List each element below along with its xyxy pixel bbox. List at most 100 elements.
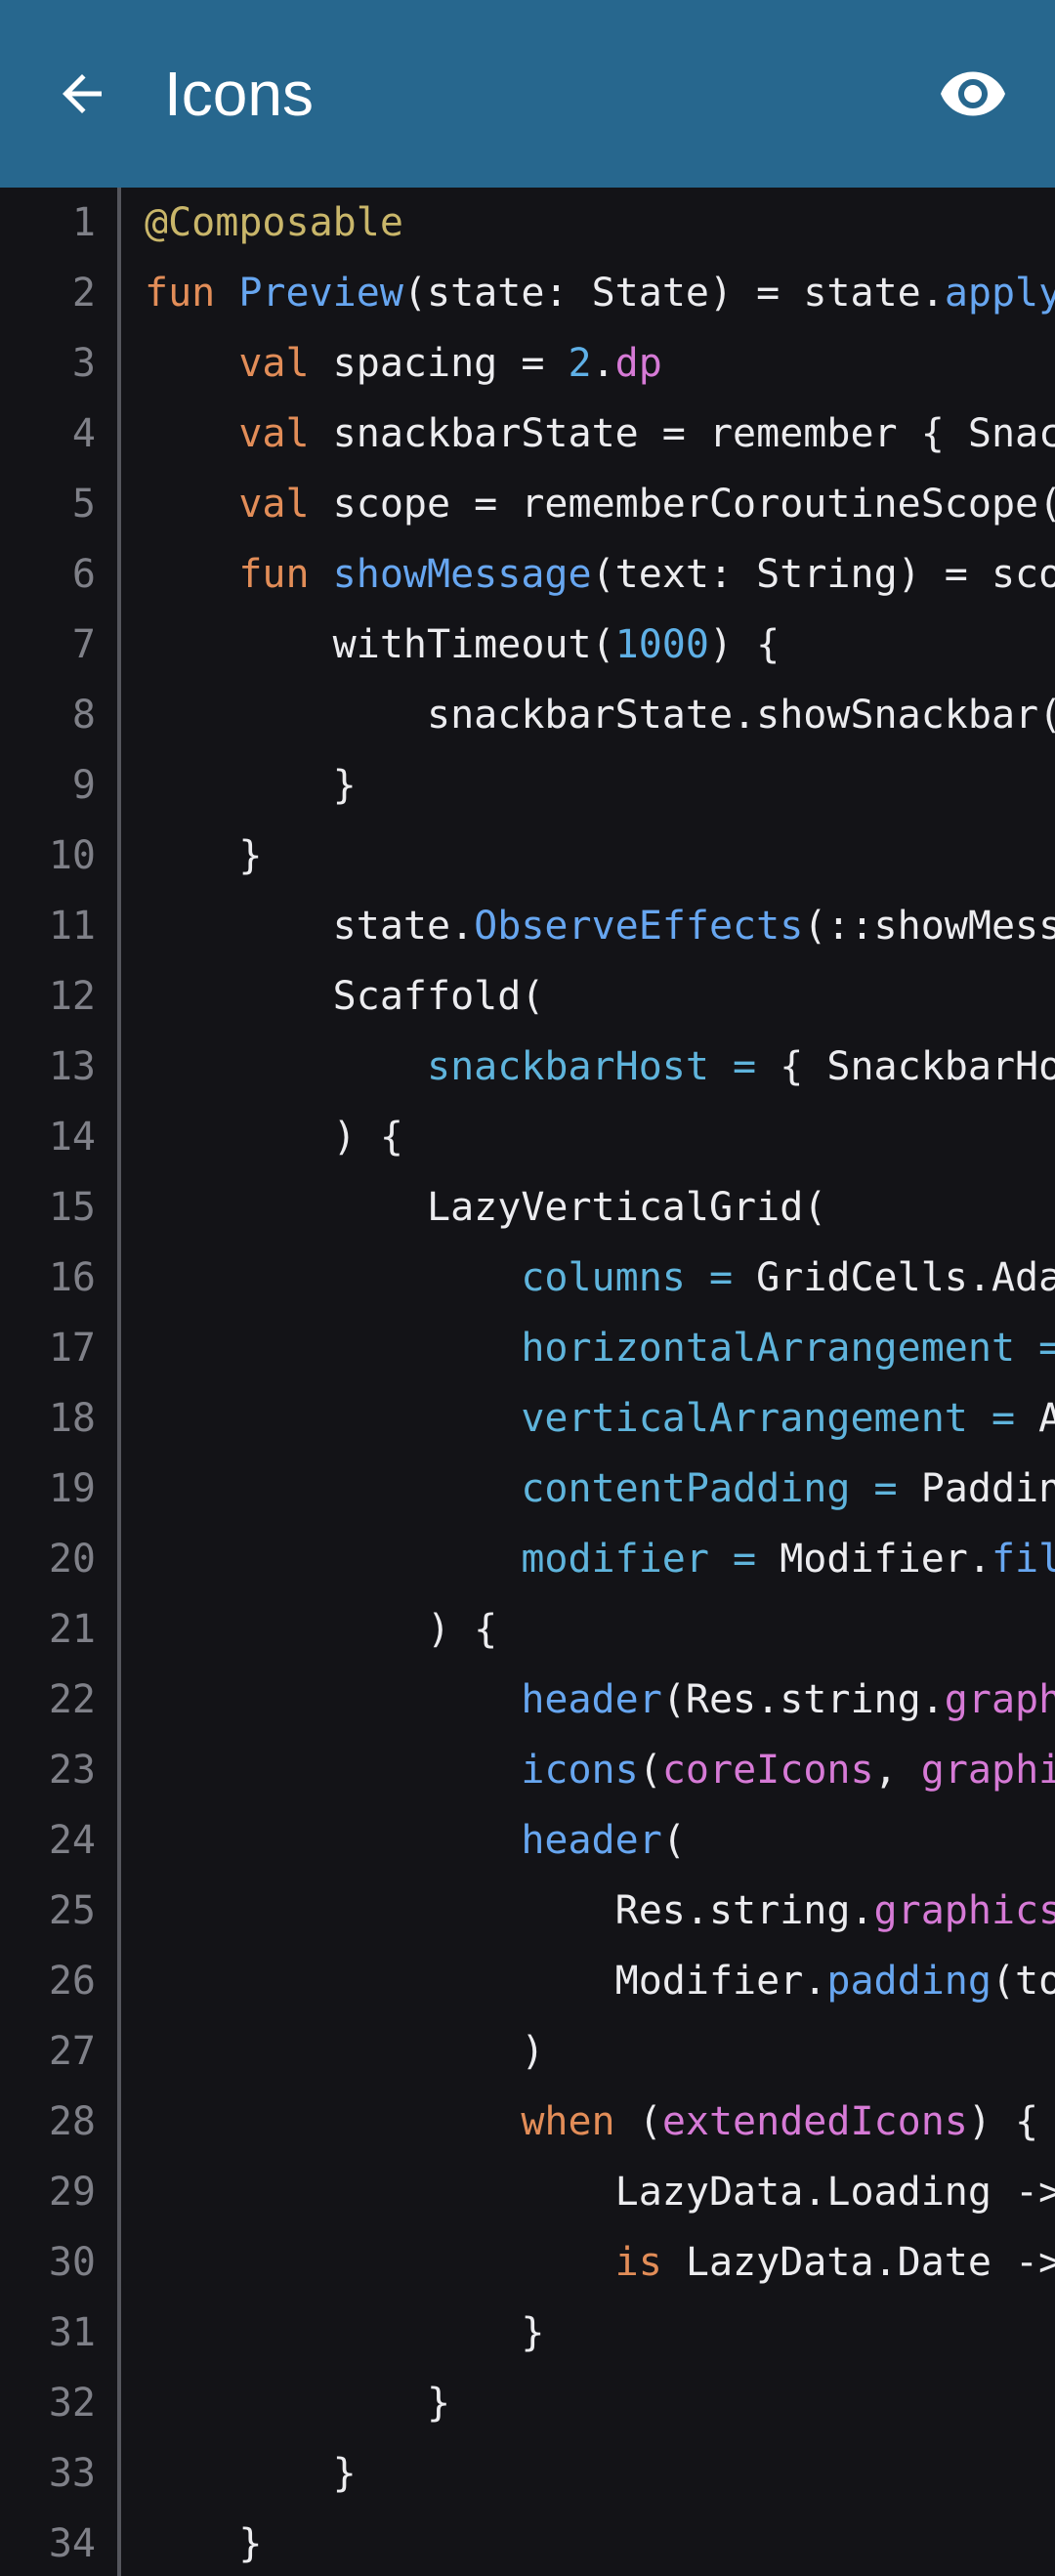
code-line: 33 }: [0, 2438, 1055, 2509]
code-text: Res.string.graphics_extended,: [145, 1876, 1055, 1946]
code-token: val: [238, 482, 310, 527]
code-text: }: [145, 2298, 544, 2368]
code-line: 30 is LazyData.Date -> icons(it): [0, 2227, 1055, 2298]
line-number: 17: [48, 1326, 96, 1371]
code-text: header(Res.string.graphics_core): [145, 1665, 1055, 1735]
code-token: when: [521, 2099, 615, 2144]
code-token: graphicsCore: [920, 1748, 1055, 1793]
code-token: .: [591, 341, 615, 386]
code-line: 22 header(Res.string.graphics_core): [0, 1665, 1055, 1735]
code-line: 13 snackbarHost = { SnackbarHost(snackba…: [0, 1032, 1055, 1102]
code-token: ): [145, 2029, 545, 2074]
code-text: LazyVerticalGrid(: [145, 1172, 826, 1243]
line-number: 7: [71, 622, 96, 667]
code-line: 10 }: [0, 821, 1055, 891]
code-token: extendedIcons: [661, 2099, 968, 2144]
code-token: ) {: [708, 622, 781, 667]
code-token: }: [145, 2381, 451, 2426]
eye-icon: [941, 71, 1005, 116]
code-text: ) {: [145, 1102, 403, 1172]
line-number: 34: [48, 2521, 96, 2566]
code-token: contentPadding =: [521, 1466, 898, 1511]
code-token: scope = rememberCoroutineScope(): [309, 482, 1055, 527]
line-number: 23: [48, 1748, 96, 1793]
back-button[interactable]: [43, 55, 121, 133]
code-line: 29 LazyData.Loading -> loading(): [0, 2157, 1055, 2227]
code-text: snackbarState.showSnackbar(text): [145, 680, 1055, 750]
code-text: header(: [145, 1805, 686, 1876]
line-number: 32: [48, 2381, 96, 2426]
code-token: apply: [944, 271, 1055, 316]
line-number: 22: [48, 1677, 96, 1722]
code-token: ObserveEffects: [474, 904, 804, 949]
code-text: }: [145, 2509, 262, 2576]
code-token: (state: State) = state.: [402, 271, 945, 316]
code-line: 32 }: [0, 2368, 1055, 2438]
code-token: }: [145, 763, 357, 808]
code-line: 1 @Composable: [0, 188, 1055, 258]
code-line: 4 val snackbarState = remember { Snackba…: [0, 399, 1055, 469]
code-editor[interactable]: 1 @Composable 2 fun Preview(state: State) =…: [0, 188, 1055, 2576]
code-token: ) {: [967, 2099, 1039, 2144]
line-number: 26: [48, 1959, 96, 2004]
code-text: }: [145, 2438, 357, 2509]
code-text: }: [145, 821, 262, 891]
line-number: 10: [48, 833, 96, 878]
code-token: state.: [145, 904, 475, 949]
code-token: coreIcons: [661, 1748, 874, 1793]
code-token: dp: [614, 341, 662, 386]
code-token: PaddingValues(spacing),: [920, 1466, 1055, 1511]
code-token: fun: [145, 271, 216, 316]
code-line: 17 horizontalArrangement = Arrangement.s…: [0, 1313, 1055, 1383]
code-token: 2: [568, 341, 592, 386]
line-number: 15: [48, 1185, 96, 1230]
code-token: (text: String) = scope.launch {: [591, 552, 1055, 597]
code-token: }: [145, 2451, 357, 2496]
code-token: GridCells.Adaptive(64.dp),: [756, 1255, 1055, 1300]
code-token: snackbarState.showSnackbar(text): [426, 693, 1055, 738]
code-line: 20 modifier = Modifier.fillMaxSize(): [0, 1524, 1055, 1594]
code-token: (: [614, 2099, 662, 2144]
code-line: 15 LazyVerticalGrid(: [0, 1172, 1055, 1243]
code-token: LazyData.Date -> icons(it): [685, 2240, 1055, 2285]
code-token: horizontalArrangement =: [521, 1326, 1055, 1371]
code-token: (: [638, 1748, 662, 1793]
code-token: graphics_core: [944, 1677, 1055, 1722]
code-text: val spacing = 2.dp: [145, 328, 662, 399]
code-line: 27 ): [0, 2016, 1055, 2087]
code-token: ,: [873, 1748, 921, 1793]
code-token: Scaffold(: [145, 974, 545, 1019]
preview-toggle-button[interactable]: [930, 55, 1016, 133]
code-line: 23 icons(coreIcons, graphicsCore): [0, 1735, 1055, 1805]
code-line: 7 withTimeout(1000) {: [0, 610, 1055, 680]
code-text: val scope = rememberCoroutineScope(): [145, 469, 1055, 539]
code-text: Scaffold(: [145, 961, 545, 1032]
code-text: val snackbarState = remember { SnackbarH…: [145, 399, 1055, 469]
code-token: @Composable: [145, 200, 403, 245]
code-token: fun: [238, 552, 310, 597]
line-number: 13: [48, 1044, 96, 1089]
line-number: 20: [48, 1537, 96, 1582]
code-line: 9 }: [0, 750, 1055, 821]
code-text: }: [145, 2368, 450, 2438]
code-token: (: [661, 1818, 686, 1863]
line-number: 5: [71, 482, 96, 527]
code-text: state.ObserveEffects(::showMessage): [145, 891, 1055, 961]
code-token: Modifier.: [756, 1537, 992, 1582]
code-line: 25 Res.string.graphics_extended,: [0, 1876, 1055, 1946]
code-text: ): [145, 2016, 544, 2087]
code-token: header: [521, 1677, 662, 1722]
code-token: Res.string.: [145, 1888, 874, 1933]
code-text: when (extendedIcons) {: [145, 2087, 1038, 2157]
code-token: verticalArrangement =: [521, 1396, 1016, 1441]
